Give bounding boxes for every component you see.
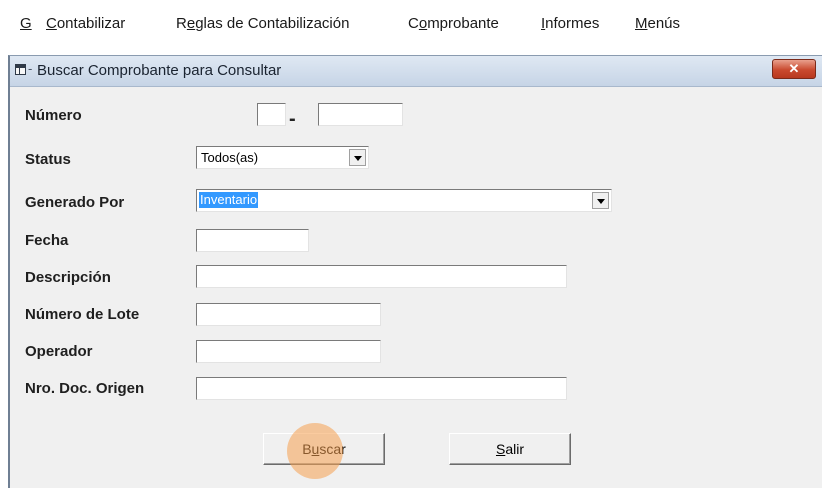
nro-doc-origen-input[interactable] <box>196 377 567 400</box>
numero-de-lote-input[interactable] <box>196 303 381 326</box>
window-icon[interactable] <box>15 64 26 75</box>
menu-g[interactable]: G <box>20 15 32 32</box>
buscar-button[interactable]: Buscar <box>263 433 385 465</box>
generado-por-selected: Inventario <box>199 192 259 208</box>
chevron-down-icon[interactable] <box>592 192 609 209</box>
window-title: Buscar Comprobante para Consultar <box>37 62 282 79</box>
menu-menus[interactable]: Menús <box>635 15 680 32</box>
label-operador: Operador <box>25 343 93 360</box>
operador-input[interactable] <box>196 340 381 363</box>
label-nro-doc-origen: Nro. Doc. Origen <box>25 380 145 397</box>
salir-button-label: Salir <box>495 441 524 457</box>
buscar-button-label: Buscar <box>302 441 346 457</box>
window-titlebar[interactable]: - Buscar Comprobante para Consultar ✕ <box>10 56 822 87</box>
label-fecha: Fecha <box>25 232 69 249</box>
fecha-input[interactable] <box>196 229 309 252</box>
label-generado-por: Generado Por <box>25 194 125 211</box>
close-button[interactable]: ✕ <box>772 59 816 79</box>
close-icon: ✕ <box>788 61 800 76</box>
numero-part1-input[interactable] <box>257 103 286 126</box>
status-select[interactable]: Todos(as) <box>196 146 369 169</box>
chevron-down-icon[interactable] <box>349 149 366 166</box>
label-numero: Número <box>25 107 82 124</box>
menu-informes[interactable]: Informes <box>541 15 599 32</box>
menu-bar: G Contabilizar Reglas de Contabilización… <box>0 0 822 48</box>
generado-por-select[interactable]: Inventario <box>196 189 612 212</box>
numero-part2-input[interactable] <box>318 103 403 126</box>
status-selected: Todos(as) <box>201 150 259 165</box>
salir-button[interactable]: Salir <box>449 433 571 465</box>
menu-reglas-de-contabilizacion[interactable]: Reglas de Contabilización <box>176 15 349 32</box>
label-descripcion: Descripción <box>25 269 111 286</box>
numero-separator: - <box>289 108 296 130</box>
menu-comprobante[interactable]: Comprobante <box>408 15 499 32</box>
title-separator: - <box>28 61 33 76</box>
label-status: Status <box>25 151 71 168</box>
label-numero-de-lote: Número de Lote <box>25 306 140 323</box>
menu-contabilizar[interactable]: Contabilizar <box>46 15 125 32</box>
descripcion-input[interactable] <box>196 265 567 288</box>
